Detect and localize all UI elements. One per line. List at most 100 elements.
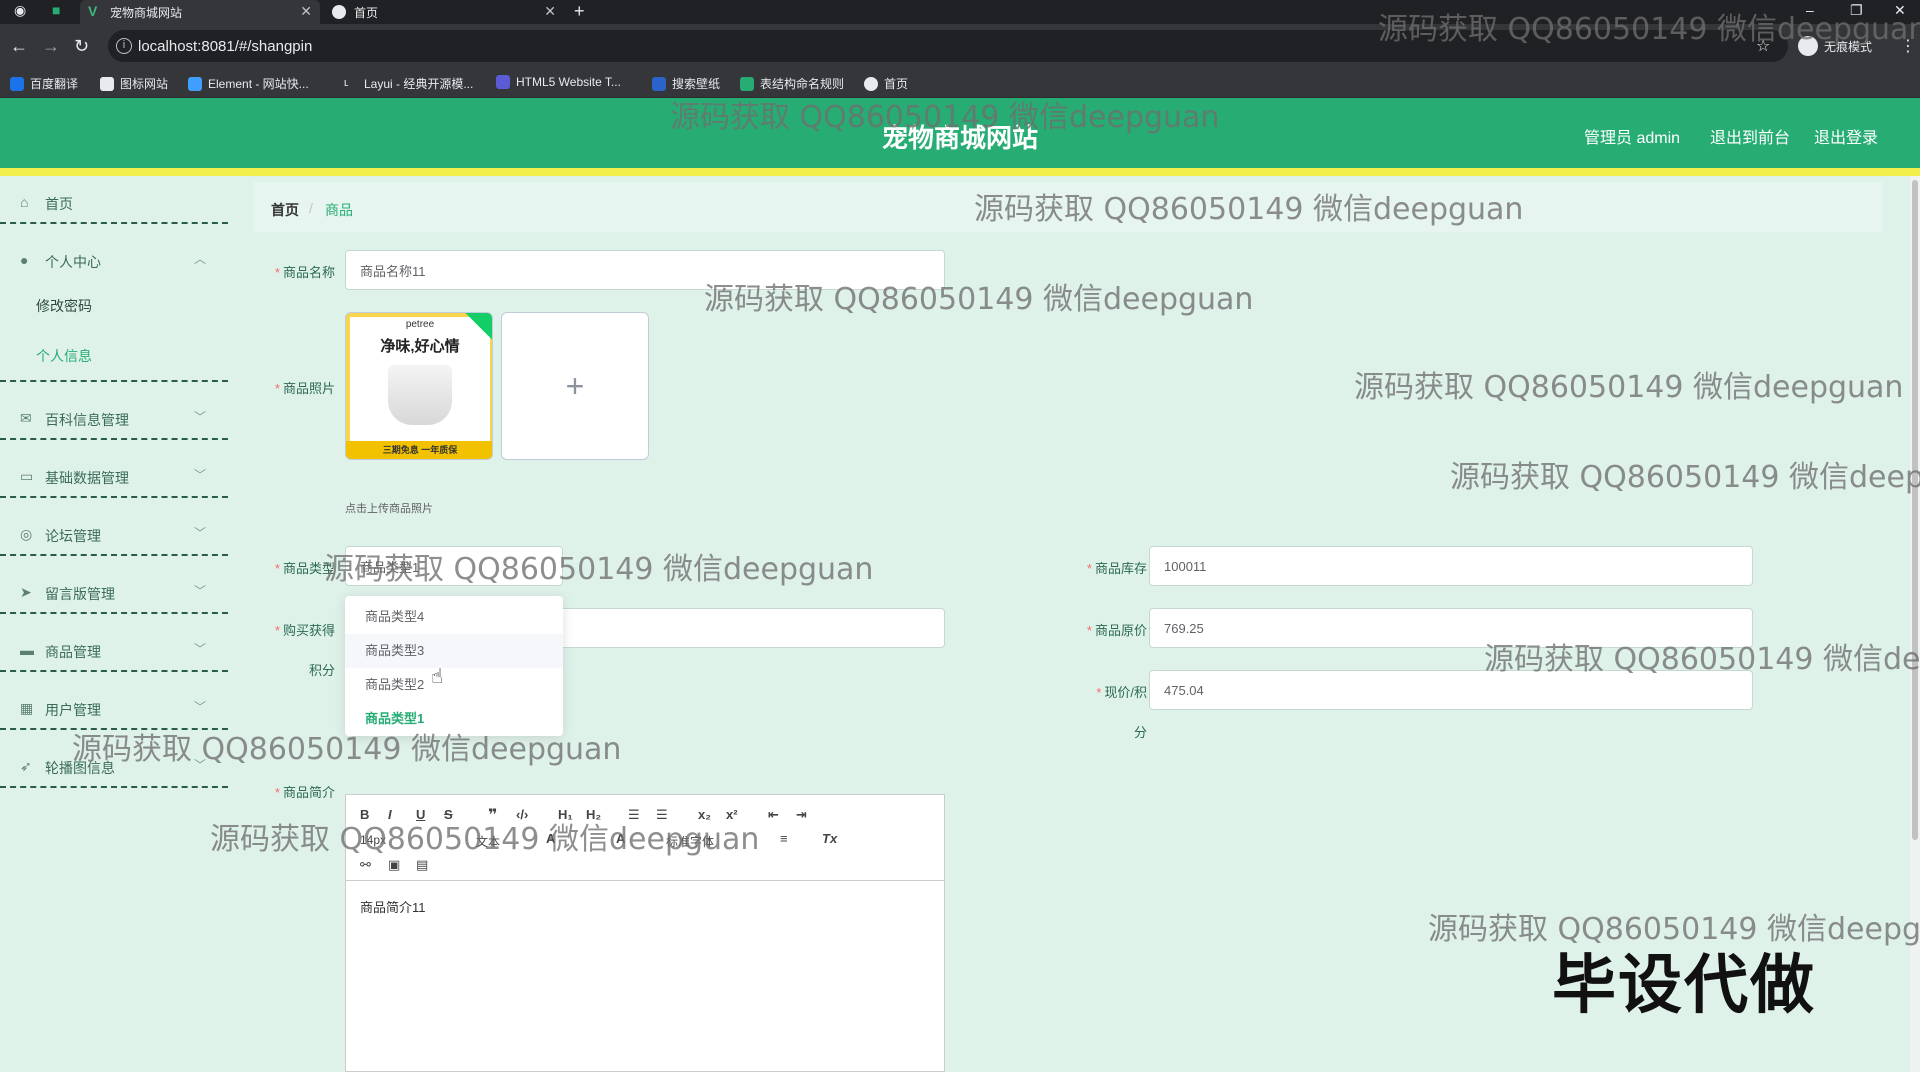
type-select[interactable]: 商品类型1	[345, 546, 563, 586]
window-close-icon[interactable]: ✕	[1894, 2, 1906, 19]
product-photo-thumbnail[interactable]: petree 净味,好心情 三期免息 一年质保	[345, 312, 493, 460]
label-text: 商品简介	[282, 785, 335, 800]
bookmark-label: 搜索壁纸	[672, 77, 721, 91]
breadcrumb-current: 商品	[325, 202, 353, 218]
compass-icon: ◎	[20, 526, 33, 542]
size-select[interactable]: 14px	[360, 833, 386, 847]
rich-text-editor: B I U S ❞ ‹/› H₁ H₂ ☰ ☰ x₂ x² ⇤ ⇥ 14px 文…	[345, 794, 945, 1072]
subscript-icon[interactable]: x₂	[698, 807, 711, 822]
minimize-icon[interactable]: –	[1806, 2, 1814, 18]
new-tab-button[interactable]: +	[574, 1, 585, 22]
name-label: * 商品名称	[274, 265, 335, 280]
reload-icon[interactable]: ↻	[74, 36, 89, 57]
link-icon[interactable]: ⚯	[360, 857, 371, 873]
send-icon: ➤	[20, 584, 32, 600]
to-front-link[interactable]: 退出到前台	[1710, 124, 1790, 148]
points-label-line2: 积分	[308, 663, 335, 678]
sidebar-item-label: 首页	[45, 196, 73, 212]
upload-add-button[interactable]: +	[501, 312, 649, 460]
quote-icon[interactable]: ❞	[488, 805, 497, 825]
globe-icon	[864, 76, 878, 91]
sidebar-item-label: 基础数据管理	[45, 470, 129, 486]
header-strip	[0, 168, 1920, 176]
bookmark-item[interactable]: 百度翻译	[10, 75, 78, 92]
sidebar-item-label: 轮播图信息	[45, 760, 115, 776]
flag-icon	[100, 76, 114, 91]
tab-pet-mall[interactable]: V 宠物商城网站 ✕	[80, 0, 320, 24]
label-text: 现价/积	[1104, 685, 1147, 700]
ordered-list-icon[interactable]: ☰	[628, 807, 640, 823]
video-icon[interactable]: ▤	[416, 857, 428, 873]
current-price-input[interactable]: 475.04	[1149, 670, 1753, 710]
bookmark-item[interactable]: 表结构命名规则	[740, 75, 844, 92]
page-scrollbar[interactable]	[1910, 176, 1920, 1072]
pinned-tab-icon[interactable]: ■	[52, 2, 60, 18]
bookmark-label: 图标网站	[120, 77, 169, 91]
hand-cursor-icon: ☝	[431, 666, 444, 688]
bookmark-item[interactable]: ʟ Layui - 经典开源模...	[344, 75, 473, 92]
underline-icon[interactable]: U	[416, 807, 425, 822]
original-price-label: * 商品原价	[1086, 623, 1147, 638]
bookmark-star-icon[interactable]: ☆	[1756, 36, 1770, 56]
location-icon: ➶	[20, 758, 32, 774]
bullet-list-icon[interactable]: ☰	[656, 807, 668, 823]
tab-home[interactable]: 首页 ✕	[324, 0, 564, 24]
incognito-label: 无痕模式	[1824, 39, 1873, 54]
bookmark-item[interactable]: 搜索壁纸	[652, 75, 720, 92]
wallpaper-icon	[652, 76, 666, 91]
logout-link[interactable]: 退出登录	[1814, 124, 1878, 148]
sidebar-item-personal-center[interactable]: ● 个人中心 ︿	[0, 234, 230, 290]
background-color-icon[interactable]: A	[616, 831, 625, 846]
label-text: 商品类型	[282, 561, 335, 576]
close-tab-icon[interactable]: ✕	[300, 3, 312, 20]
goods-icon: ▬	[20, 642, 34, 658]
back-icon[interactable]: ←	[10, 36, 28, 57]
indent-icon[interactable]: ⇥	[796, 807, 807, 823]
code-icon[interactable]: ‹/›	[516, 807, 528, 822]
app-header: 宠物商城网站 管理员 admin 退出到前台 退出登录	[0, 98, 1920, 176]
editor-content[interactable]: 商品简介11	[360, 897, 426, 916]
dropdown-option-selected[interactable]: 商品类型1	[345, 702, 563, 736]
heading1-icon[interactable]: H₁	[558, 807, 573, 822]
dropdown-option[interactable]: 商品类型2	[345, 668, 563, 702]
label-text: 商品照片	[282, 381, 335, 396]
incognito-indicator[interactable]: 无痕模式	[1798, 36, 1872, 56]
strike-icon[interactable]: S	[444, 807, 453, 822]
globe-icon	[332, 5, 346, 19]
dropdown-option[interactable]: 商品类型3	[345, 634, 563, 668]
dropdown-option[interactable]: 商品类型4	[345, 600, 563, 634]
stock-input[interactable]: 100011	[1149, 546, 1753, 586]
url-text: localhost:8081/#/shangpin	[138, 37, 313, 55]
align-icon[interactable]: ≡	[780, 831, 788, 846]
bookmark-item[interactable]: 图标网站	[100, 75, 168, 92]
sidebar-subitem-profile[interactable]: 个人信息	[36, 346, 92, 366]
outdent-icon[interactable]: ⇤	[768, 807, 779, 823]
superscript-icon[interactable]: x²	[726, 807, 738, 822]
url-field[interactable]: i localhost:8081/#/shangpin	[108, 30, 1788, 62]
sidebar-item-label: 论坛管理	[45, 528, 101, 544]
html5-icon	[496, 75, 510, 89]
name-input[interactable]: 商品名称11	[345, 250, 945, 290]
close-tab-icon[interactable]: ✕	[544, 3, 556, 20]
bold-icon[interactable]: B	[360, 807, 369, 822]
clear-format-icon[interactable]: Tx	[822, 831, 837, 846]
mail-icon: ✉	[20, 410, 32, 426]
site-info-icon[interactable]: i	[116, 38, 132, 54]
heading2-icon[interactable]: H₂	[586, 807, 601, 822]
font-family-select[interactable]: 标准字体	[666, 833, 714, 850]
image-icon[interactable]: ▣	[388, 857, 400, 873]
sidebar-subitem-change-password[interactable]: 修改密码	[36, 296, 92, 316]
bookmark-item[interactable]: 首页	[864, 75, 908, 92]
bookmark-item[interactable]: HTML5 Website T...	[496, 75, 621, 89]
divider	[0, 612, 228, 614]
font-color-icon[interactable]: A	[546, 831, 555, 846]
forward-icon[interactable]: →	[42, 36, 60, 57]
scrollbar-thumb[interactable]	[1912, 180, 1918, 840]
restore-icon[interactable]: ❐	[1850, 2, 1863, 19]
original-price-input[interactable]: 769.25	[1149, 608, 1753, 648]
breadcrumb-home[interactable]: 首页	[271, 200, 299, 220]
italic-icon[interactable]: I	[388, 807, 392, 822]
bookmark-item[interactable]: Element - 网站快...	[188, 75, 309, 92]
format-select[interactable]: 文本	[476, 833, 500, 850]
browser-menu-icon[interactable]: ⋮	[1900, 36, 1916, 56]
